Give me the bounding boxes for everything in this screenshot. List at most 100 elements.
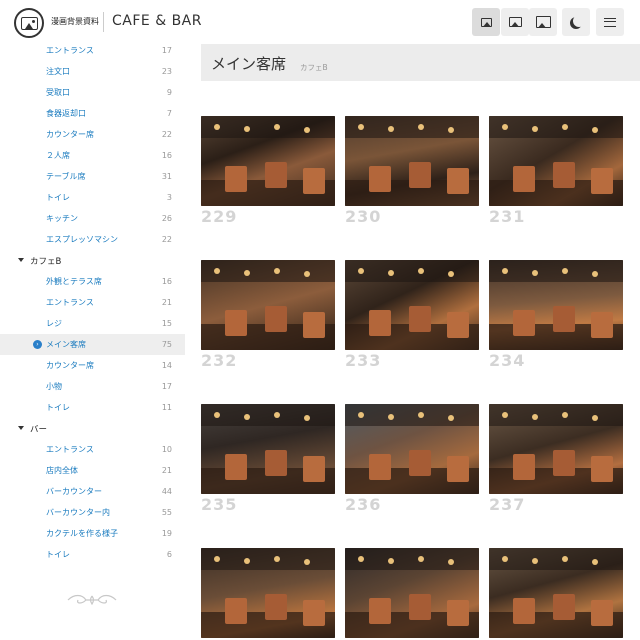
sidebar-item-count: 17	[161, 382, 172, 391]
photo-thumbnail[interactable]	[345, 116, 479, 206]
page-subtitle: カフェB	[300, 63, 328, 72]
dark-mode-button[interactable]	[562, 8, 590, 36]
menu-button[interactable]	[596, 8, 624, 36]
view-small-button[interactable]	[472, 8, 500, 36]
sidebar-item[interactable]: エントランス 17	[0, 44, 185, 61]
site-name[interactable]: 漫画背景資料	[51, 16, 99, 27]
sidebar-item[interactable]: 受取口 9	[0, 82, 185, 103]
photo-thumbnail[interactable]	[201, 404, 335, 494]
sidebar-item-count: 21	[161, 466, 172, 475]
image-large-icon	[535, 16, 551, 28]
moon-icon	[573, 15, 585, 27]
photo-thumbnail[interactable]	[345, 404, 479, 494]
sidebar-item-label: レジ	[46, 319, 62, 328]
sidebar-item[interactable]: エントランス 10	[0, 439, 185, 460]
sidebar-item-label: 店内全体	[46, 466, 78, 475]
sidebar-item-count: 75	[161, 340, 172, 349]
photo-thumbnail[interactable]	[201, 548, 335, 638]
sidebar-group-cafe-b[interactable]: カフェB	[0, 250, 185, 271]
photo-thumbnail[interactable]	[489, 548, 623, 638]
sidebar-item-label: カクテルを作る様子	[46, 529, 118, 538]
cafe-photo	[201, 548, 335, 638]
photo-thumbnail[interactable]	[345, 260, 479, 350]
sidebar-item-label: トイレ	[46, 403, 70, 412]
photo-number: 231	[489, 207, 526, 226]
sidebar-item-count: 11	[161, 403, 172, 412]
photo-number: 236	[345, 495, 382, 514]
cafe-photo	[345, 548, 479, 638]
sidebar-item-count: 16	[161, 277, 172, 286]
sidebar: エントランス 17 注文口 23 受取口 9 食器返却口 7 カウンター席 22 ２人席 1…	[0, 44, 185, 640]
view-medium-button[interactable]	[501, 8, 529, 36]
sidebar-item-count: 31	[161, 172, 172, 181]
chevron-right-icon: ›	[33, 340, 42, 349]
sidebar-item-count: 21	[161, 298, 172, 307]
page-title: メイン客席	[211, 55, 287, 73]
sidebar-item[interactable]: トイレ 6	[0, 544, 185, 565]
photo-thumbnail[interactable]	[345, 548, 479, 638]
cafe-photo	[345, 260, 479, 350]
photo-thumbnail[interactable]	[201, 260, 335, 350]
sidebar-item[interactable]: バーカウンター 44	[0, 481, 185, 502]
sidebar-item[interactable]: 小物 17	[0, 376, 185, 397]
sidebar-item[interactable]: ２人席 16	[0, 145, 185, 166]
photo-thumbnail[interactable]	[489, 404, 623, 494]
sidebar-item-count: 14	[161, 361, 172, 370]
sidebar-item-count: 16	[161, 151, 172, 160]
sidebar-item-label: 注文口	[46, 67, 70, 76]
sidebar-item-label: ２人席	[46, 151, 70, 160]
cafe-photo	[489, 404, 623, 494]
image-medium-icon	[508, 17, 522, 27]
sidebar-item[interactable]: レジ 15	[0, 313, 185, 334]
sidebar-item-count: 6	[166, 550, 172, 559]
sidebar-item[interactable]: テーブル席 31	[0, 166, 185, 187]
sidebar-item-count: 44	[161, 487, 172, 496]
sidebar-item[interactable]: 店内全体 21	[0, 460, 185, 481]
sidebar-item-count: 22	[161, 130, 172, 139]
sidebar-item-label: メイン客席	[46, 340, 86, 349]
sidebar-item-count: 17	[161, 46, 172, 55]
sidebar-item[interactable]: カウンター席 14	[0, 355, 185, 376]
sidebar-item[interactable]: トイレ 3	[0, 187, 185, 208]
view-large-button[interactable]	[529, 8, 557, 36]
sidebar-item-count: 26	[161, 214, 172, 223]
sidebar-item-count: 7	[166, 109, 172, 118]
sidebar-group-bar[interactable]: バー	[0, 418, 185, 439]
photo-number: 234	[489, 351, 526, 370]
sidebar-item[interactable]: エントランス 21	[0, 292, 185, 313]
sidebar-group-label: バー	[30, 424, 48, 435]
sidebar-item[interactable]: 外観とテラス席 16	[0, 271, 185, 292]
sidebar-item-count: 15	[161, 319, 172, 328]
header-divider	[103, 12, 104, 32]
sidebar-item-label: 受取口	[46, 88, 70, 97]
sidebar-item[interactable]: エスプレッソマシン 22	[0, 229, 185, 250]
sidebar-item[interactable]: キッチン 26	[0, 208, 185, 229]
sidebar-item-label: エントランス	[46, 298, 94, 307]
sidebar-item-count: 55	[161, 508, 172, 517]
cafe-photo	[201, 260, 335, 350]
sidebar-item-label: 外観とテラス席	[46, 277, 102, 286]
sidebar-item[interactable]: カウンター席 22	[0, 124, 185, 145]
sidebar-item[interactable]: カクテルを作る様子 19	[0, 523, 185, 544]
site-logo-icon[interactable]	[14, 8, 44, 38]
sidebar-item[interactable]: バーカウンター内 55	[0, 502, 185, 523]
sidebar-item-label: カウンター席	[46, 361, 94, 370]
hamburger-icon	[604, 17, 616, 27]
sidebar-item-active[interactable]: › メイン客席 75	[0, 334, 185, 355]
photo-thumbnail[interactable]	[489, 260, 623, 350]
photo-thumbnail[interactable]	[489, 116, 623, 206]
sidebar-item-count: 3	[166, 193, 172, 202]
caret-down-icon	[18, 426, 24, 430]
photo-thumbnail[interactable]	[201, 116, 335, 206]
photo-number: 235	[201, 495, 238, 514]
sidebar-item-label: カウンター席	[46, 130, 94, 139]
sidebar-item[interactable]: トイレ 11	[0, 397, 185, 418]
top-header: 漫画背景資料 CAFE & BAR	[0, 0, 640, 44]
sidebar-item[interactable]: 食器返却口 7	[0, 103, 185, 124]
photo-number: 230	[345, 207, 382, 226]
photo-number: 237	[489, 495, 526, 514]
sidebar-item[interactable]: 注文口 23	[0, 61, 185, 82]
sidebar-item-count: 23	[161, 67, 172, 76]
caret-down-icon	[18, 258, 24, 262]
photo-number: 232	[201, 351, 238, 370]
